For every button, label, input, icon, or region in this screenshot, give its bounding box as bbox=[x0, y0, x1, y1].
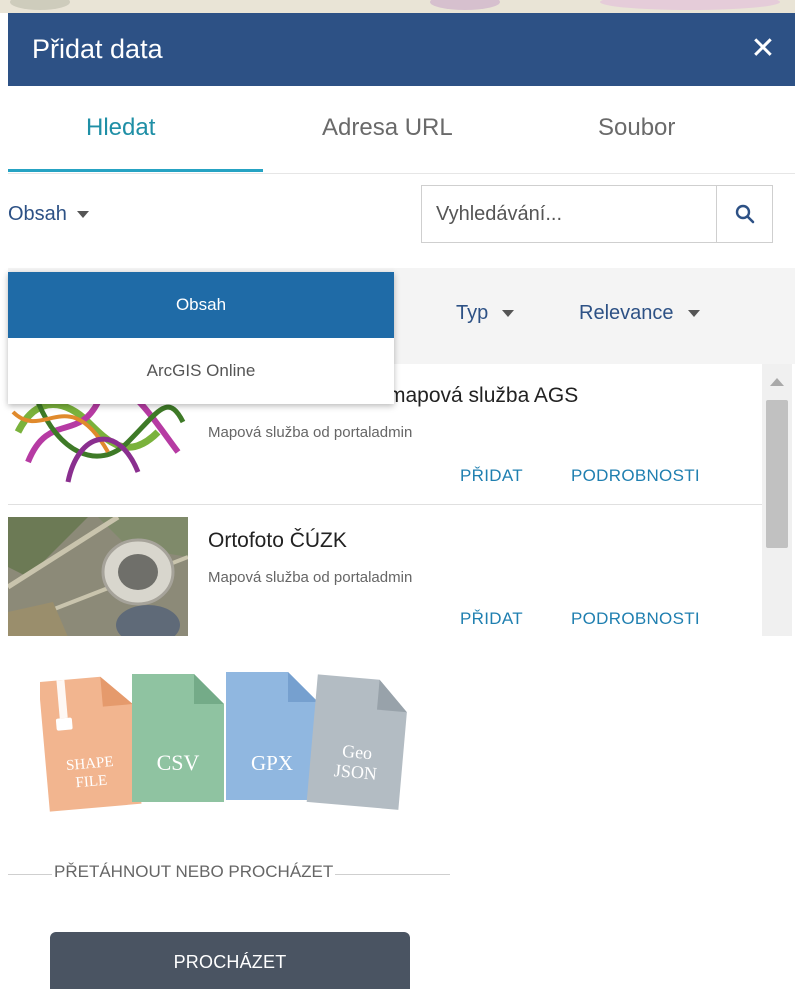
file-type-illustration: SHAPE FILE CSV GPX Geo JSON bbox=[38, 672, 407, 812]
type-filter-dropdown[interactable]: Typ bbox=[456, 302, 515, 325]
file-type-icons: SHAPE FILE CSV GPX Geo JSON bbox=[38, 664, 410, 814]
tab-search[interactable]: Hledat bbox=[86, 114, 155, 142]
file-type-label: CSV bbox=[157, 750, 200, 775]
caret-down-icon bbox=[687, 310, 700, 317]
relevance-sort-label: Relevance bbox=[579, 302, 674, 324]
shapefile-icon: SHAPE FILE bbox=[38, 676, 142, 812]
result-subtitle: Mapová služba od portaladmin bbox=[208, 569, 413, 586]
gpx-icon: GPX bbox=[226, 672, 318, 800]
result-item: Ortofoto ČÚZK Mapová služba od portaladm… bbox=[8, 504, 762, 636]
results-scrollbar[interactable] bbox=[762, 364, 792, 636]
search-input[interactable] bbox=[422, 186, 716, 242]
content-source-menu: Obsah ArcGIS Online bbox=[8, 272, 394, 404]
map-feature bbox=[430, 0, 500, 10]
drop-zone-hint: PŘETÁHNOUT NEBO PROCHÁZET bbox=[8, 862, 450, 886]
type-filter-label: Typ bbox=[456, 302, 489, 324]
relevance-sort-dropdown[interactable]: Relevance bbox=[579, 302, 700, 325]
browse-button[interactable]: PROCHÁZET bbox=[50, 932, 410, 989]
details-button[interactable]: PODROBNOSTI bbox=[571, 609, 700, 629]
add-button[interactable]: PŘIDAT bbox=[460, 466, 523, 486]
panel-header: Přidat data ✕ bbox=[8, 13, 795, 86]
content-filter-dropdown[interactable]: Obsah bbox=[8, 203, 89, 226]
tab-bar: Hledat Adresa URL Soubor bbox=[8, 86, 795, 174]
file-type-label: Geo bbox=[341, 741, 373, 764]
result-title[interactable]: Ortofoto ČÚZK bbox=[208, 529, 347, 553]
results-list: mapová služba AGS Mapová služba od porta… bbox=[8, 364, 795, 636]
geojson-icon: Geo JSON bbox=[306, 674, 407, 810]
result-thumbnail bbox=[8, 517, 188, 636]
map-feature bbox=[600, 0, 780, 10]
active-tab-indicator bbox=[8, 169, 263, 172]
result-title[interactable]: mapová služba AGS bbox=[388, 384, 578, 408]
caret-down-icon bbox=[502, 310, 515, 317]
file-type-label: FILE bbox=[75, 773, 108, 792]
result-subtitle: Mapová služba od portaladmin bbox=[208, 424, 413, 441]
file-type-label: JSON bbox=[333, 760, 378, 784]
search-box bbox=[421, 185, 773, 243]
search-icon bbox=[735, 204, 754, 224]
menu-item-content[interactable]: Obsah bbox=[8, 272, 394, 338]
tab-url[interactable]: Adresa URL bbox=[322, 114, 453, 142]
search-button[interactable] bbox=[716, 186, 772, 242]
scroll-up-arrow-icon[interactable] bbox=[770, 378, 784, 386]
map-background-strip bbox=[0, 0, 795, 13]
tab-file[interactable]: Soubor bbox=[598, 114, 675, 142]
csv-icon: CSV bbox=[132, 674, 224, 802]
menu-item-arcgis-online[interactable]: ArcGIS Online bbox=[8, 338, 394, 404]
scrollbar-thumb[interactable] bbox=[766, 400, 788, 548]
add-button[interactable]: PŘIDAT bbox=[460, 609, 523, 629]
file-type-label: GPX bbox=[251, 751, 293, 775]
content-filter-label: Obsah bbox=[8, 203, 67, 225]
panel-title: Přidat data bbox=[32, 34, 163, 64]
close-icon[interactable]: ✕ bbox=[747, 33, 779, 65]
drop-zone-label: PŘETÁHNOUT NEBO PROCHÁZET bbox=[52, 862, 336, 882]
details-button[interactable]: PODROBNOSTI bbox=[571, 466, 700, 486]
caret-down-icon bbox=[76, 211, 89, 218]
map-feature bbox=[10, 0, 70, 10]
